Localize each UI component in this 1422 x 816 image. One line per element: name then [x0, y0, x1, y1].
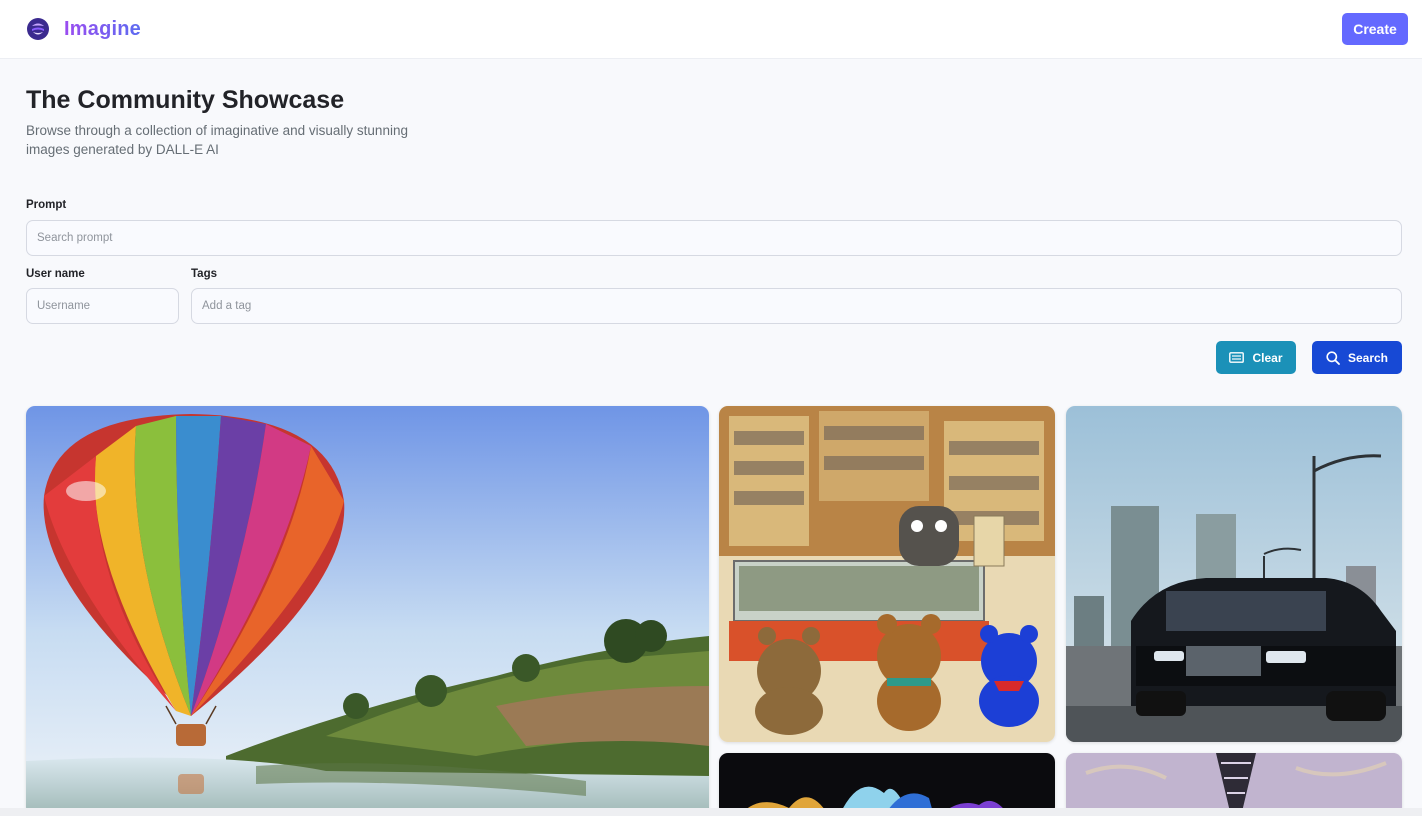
tags-label: Tags — [191, 268, 217, 280]
search-icon — [1326, 350, 1340, 365]
gallery-card-city-car[interactable] — [1066, 406, 1402, 742]
gallery-card-dark-splash[interactable] — [719, 753, 1055, 816]
create-button[interactable]: Create — [1342, 13, 1408, 45]
bears-in-shop-image — [719, 406, 1055, 742]
username-input[interactable] — [26, 288, 179, 324]
brand-name: Imagine — [64, 17, 141, 40]
gallery-card-tower[interactable] — [1066, 753, 1402, 816]
page-description: Browse through a collection of imaginati… — [26, 123, 408, 157]
tower-image — [1066, 753, 1402, 816]
page-title: The Community Showcase — [26, 86, 345, 114]
eraser-icon — [1229, 352, 1245, 363]
clear-button[interactable]: Clear — [1216, 341, 1296, 374]
imagine-logo-icon — [27, 18, 49, 40]
brand[interactable]: Imagine — [26, 17, 141, 41]
horizontal-scrollbar-track[interactable] — [0, 808, 1422, 816]
username-label: User name — [26, 268, 85, 280]
top-navbar: Imagine Create — [0, 0, 1422, 59]
clear-button-label: Clear — [1252, 350, 1283, 365]
search-button-label: Search — [1347, 350, 1389, 365]
search-button[interactable]: Search — [1312, 341, 1402, 374]
prompt-search-input[interactable] — [26, 220, 1402, 256]
hot-air-balloon-image — [26, 406, 709, 816]
prompt-label: Prompt — [26, 199, 67, 211]
gallery-card-hot-air-balloon[interactable] — [26, 406, 709, 816]
car-in-city-image — [1066, 406, 1402, 742]
gallery-card-bear-shop[interactable] — [719, 406, 1055, 742]
tags-input[interactable] — [191, 288, 1402, 324]
colorful-splash-image — [719, 753, 1055, 816]
